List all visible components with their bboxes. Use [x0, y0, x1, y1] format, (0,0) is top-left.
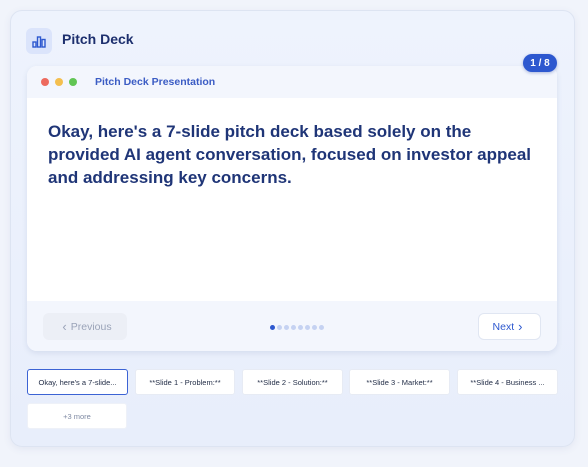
pager-dot[interactable] — [291, 324, 296, 330]
page-title: Pitch Deck — [62, 31, 134, 47]
slide-viewer: Pitch Deck Presentation Okay, here's a 7… — [27, 66, 557, 351]
previous-button[interactable]: ‹ Previous — [43, 313, 127, 340]
window-title: Pitch Deck Presentation — [95, 76, 216, 88]
chevron-left-icon: ‹ — [62, 319, 67, 334]
bar-chart-icon — [26, 28, 52, 54]
page-indicator-badge: 1 / 8 — [523, 54, 557, 72]
pager-dot[interactable] — [319, 324, 324, 330]
next-label: Next — [492, 320, 515, 333]
pager-dot[interactable] — [312, 324, 317, 330]
pager-dot[interactable] — [298, 324, 303, 330]
window-maximize-dot — [69, 78, 77, 86]
next-button[interactable]: Next › — [478, 313, 541, 340]
thumbnail-slide-3[interactable]: **Slide 3 - Market:** — [349, 369, 450, 395]
chevron-right-icon: › — [518, 319, 523, 334]
previous-label: Previous — [70, 320, 112, 333]
pager-dot[interactable] — [284, 324, 289, 330]
slide-navigation: ‹ Previous Next › — [27, 301, 557, 351]
thumbnail-slide-intro[interactable]: Okay, here's a 7-slide... — [27, 369, 128, 395]
thumbnail-slide-4[interactable]: **Slide 4 - Business ... — [457, 369, 558, 395]
thumbnail-slide-2[interactable]: **Slide 2 - Solution:** — [242, 369, 343, 395]
slide-pager — [270, 324, 326, 330]
pager-dot[interactable] — [270, 324, 275, 330]
pager-dot[interactable] — [277, 324, 282, 330]
thumbnail-slide-1[interactable]: **Slide 1 - Problem:** — [135, 369, 235, 395]
pager-dot[interactable] — [305, 324, 310, 330]
slide-text: Okay, here's a 7-slide pitch deck based … — [48, 122, 532, 187]
slide-content: Okay, here's a 7-slide pitch deck based … — [27, 98, 557, 301]
window-close-dot — [41, 78, 49, 86]
window-title-bar: Pitch Deck Presentation — [27, 66, 557, 98]
window-minimize-dot — [55, 78, 63, 86]
more-thumbnails-button[interactable]: +3 more — [27, 403, 127, 429]
